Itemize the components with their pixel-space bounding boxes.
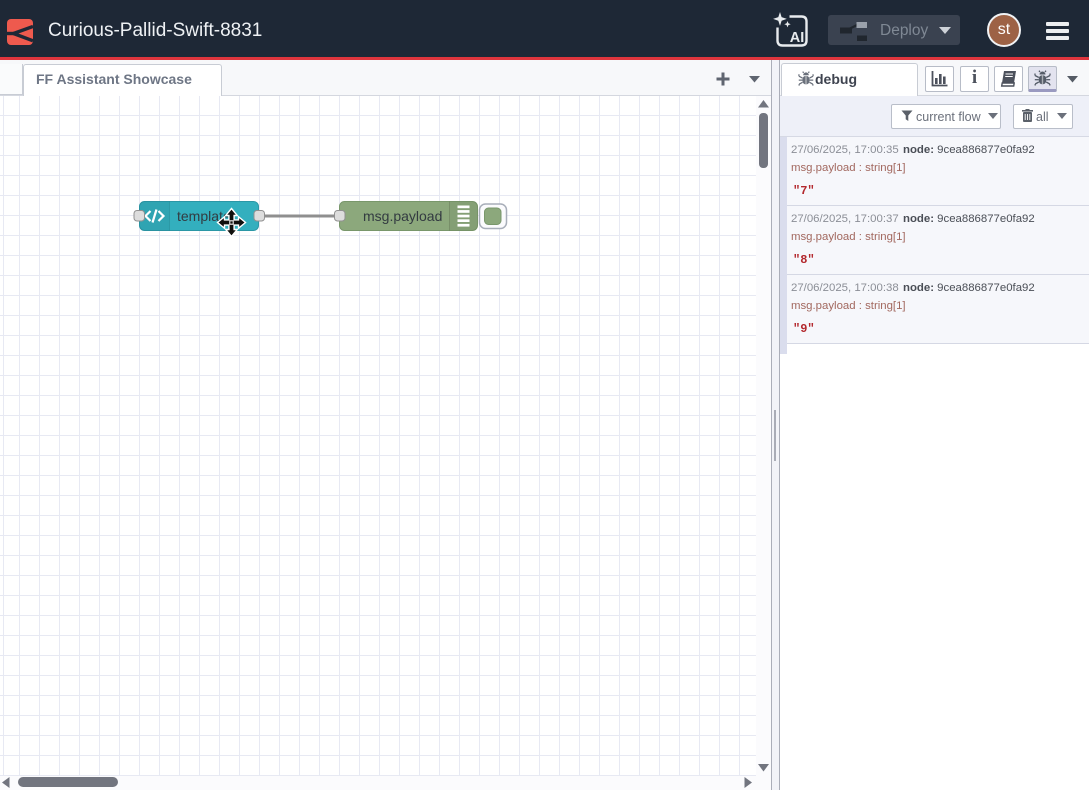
- svg-text:AI: AI: [790, 30, 805, 46]
- svg-text:msg.payload: msg.payload: [363, 208, 442, 224]
